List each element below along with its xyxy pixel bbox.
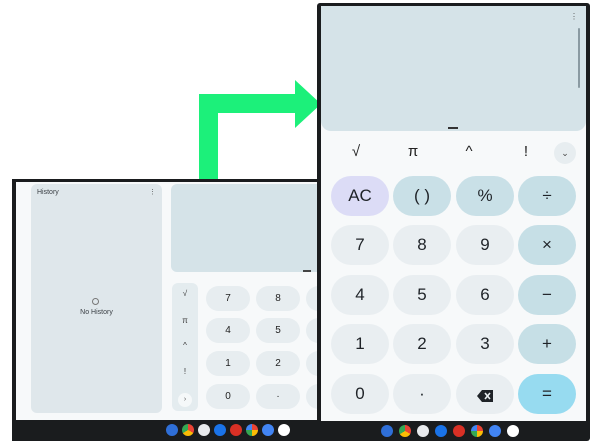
portrait-tablet: ⋮ √ π ^ ! ⌄ AC ( ) % ÷ 7 8 9 × 4 5 6 − 1… (317, 3, 590, 441)
play-store-icon[interactable] (262, 424, 274, 436)
percent-button[interactable]: % (456, 176, 514, 216)
power-key[interactable]: ^ (172, 341, 198, 350)
launcher-icon[interactable] (381, 425, 393, 437)
settings-icon[interactable] (214, 424, 226, 436)
parentheses-button[interactable]: ( ) (393, 176, 451, 216)
files-icon[interactable] (417, 425, 429, 437)
key-2[interactable]: 2 (256, 351, 300, 376)
google-app-icon[interactable] (507, 425, 519, 437)
pi-key[interactable]: π (398, 143, 428, 160)
scientific-column: √ π ^ ! › (172, 283, 198, 411)
portrait-calculator-screen: ⋮ √ π ^ ! ⌄ AC ( ) % ÷ 7 8 9 × 4 5 6 − 1… (321, 6, 586, 421)
display-drag-handle[interactable] (448, 127, 458, 129)
key-4[interactable]: 4 (331, 275, 389, 315)
key-9[interactable]: 9 (456, 225, 514, 265)
all-clear-button[interactable]: AC (331, 176, 389, 216)
settings-icon[interactable] (435, 425, 447, 437)
power-key[interactable]: ^ (454, 143, 484, 160)
backspace-icon (477, 390, 493, 402)
chevron-right-icon[interactable]: › (178, 393, 192, 407)
google-app-icon[interactable] (278, 424, 290, 436)
history-icon (92, 298, 99, 305)
key-8[interactable]: 8 (393, 225, 451, 265)
key-0[interactable]: 0 (331, 374, 389, 414)
landscape-tablet: History ⋮ No History √ π ^ ! › 7 8 4 5 1… (12, 179, 333, 441)
backspace-button[interactable] (456, 374, 514, 414)
key-6[interactable]: 6 (456, 275, 514, 315)
multiply-button[interactable]: × (518, 225, 576, 265)
portrait-shelf (321, 421, 586, 441)
display-drag-handle[interactable] (303, 270, 311, 272)
key-1[interactable]: 1 (331, 324, 389, 364)
key-5[interactable]: 5 (256, 318, 300, 343)
app-icon[interactable] (230, 424, 242, 436)
history-title: History (37, 189, 59, 196)
files-icon[interactable] (198, 424, 210, 436)
arrow-shaft-horizontal (199, 94, 297, 113)
key-2[interactable]: 2 (393, 324, 451, 364)
more-vert-icon[interactable]: ⋮ (570, 12, 578, 21)
no-history-text: No History (80, 309, 113, 316)
key-7[interactable]: 7 (331, 225, 389, 265)
subtract-button[interactable]: − (518, 275, 576, 315)
chrome-icon[interactable] (182, 424, 194, 436)
key-0[interactable]: 0 (206, 384, 250, 409)
launcher-icon[interactable] (166, 424, 178, 436)
key-decimal[interactable]: · (256, 384, 300, 409)
history-panel: History ⋮ No History (31, 184, 162, 413)
calculator-display (171, 184, 322, 272)
decimal-button[interactable]: · (393, 374, 451, 414)
factorial-key[interactable]: ! (172, 367, 198, 376)
key-5[interactable]: 5 (393, 275, 451, 315)
play-store-icon[interactable] (489, 425, 501, 437)
landscape-calculator-screen: History ⋮ No History √ π ^ ! › 7 8 4 5 1… (16, 182, 322, 420)
divide-button[interactable]: ÷ (518, 176, 576, 216)
key-3[interactable]: 3 (456, 324, 514, 364)
chevron-down-icon[interactable]: ⌄ (554, 142, 576, 164)
chrome-icon[interactable] (399, 425, 411, 437)
sqrt-key[interactable]: √ (341, 143, 371, 160)
sqrt-key[interactable]: √ (172, 289, 198, 298)
display-scrollbar[interactable] (578, 28, 580, 88)
key-1[interactable]: 1 (206, 351, 250, 376)
equals-button[interactable]: = (518, 374, 576, 414)
add-button[interactable]: + (518, 324, 576, 364)
calculator-display: ⋮ (321, 6, 586, 131)
key-8[interactable]: 8 (256, 286, 300, 311)
landscape-shelf (16, 420, 322, 441)
more-vert-icon[interactable]: ⋮ (149, 188, 156, 196)
pi-key[interactable]: π (172, 316, 198, 325)
photos-icon[interactable] (246, 424, 258, 436)
app-icon[interactable] (453, 425, 465, 437)
key-7[interactable]: 7 (206, 286, 250, 311)
key-4[interactable]: 4 (206, 318, 250, 343)
factorial-key[interactable]: ! (511, 143, 541, 160)
photos-icon[interactable] (471, 425, 483, 437)
